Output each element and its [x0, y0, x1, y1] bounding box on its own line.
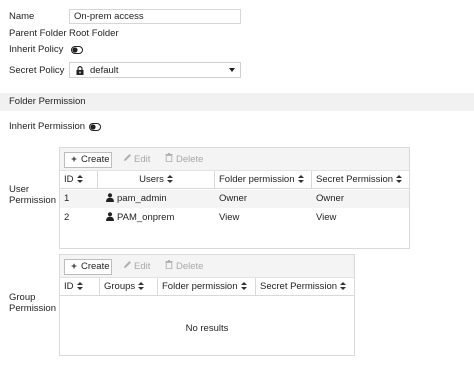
lock-icon: [76, 66, 84, 75]
user-permission-label-line2: Permission: [9, 195, 56, 206]
user-col-folder-permission[interactable]: Folder permission: [215, 171, 312, 189]
group-permission-label-line2: Permission: [9, 303, 56, 314]
user-edit-label: Edit: [134, 154, 151, 165]
row-secret-permission: Owner: [316, 193, 344, 204]
user-table-header: ID Users Folder permission Secret Permis…: [60, 171, 409, 189]
user-col-folder-label: Folder permission: [219, 174, 295, 185]
group-col-folder-permission[interactable]: Folder permission: [158, 278, 256, 296]
user-col-id-label: ID: [64, 174, 74, 185]
inherit-permission-label: Inherit Permission: [9, 121, 86, 132]
table-row[interactable]: 2 PAM_onprem View View: [60, 209, 409, 227]
user-col-users[interactable]: Users: [98, 171, 215, 189]
parent-folder-value: Root Folder: [69, 28, 119, 39]
row-user: PAM_onprem: [102, 209, 174, 227]
group-delete-button[interactable]: Delete: [159, 259, 209, 275]
row-id: 2: [64, 212, 70, 223]
name-input[interactable]: On-prem access: [69, 9, 241, 24]
group-col-id[interactable]: ID: [60, 278, 100, 296]
user-col-users-label: Users: [139, 174, 164, 185]
plus-icon: +: [71, 261, 77, 272]
trash-icon: [164, 153, 174, 167]
name-label: Name: [9, 11, 35, 22]
group-edit-label: Edit: [134, 261, 151, 272]
user-col-secret-permission[interactable]: Secret Permission: [312, 171, 411, 189]
row-folder-permission: Owner: [219, 193, 247, 204]
user-permission-table: + Create Edit Delete ID Users Folder perm…: [59, 147, 410, 249]
group-permission-label: Group Permission: [9, 292, 56, 314]
user-permission-label: User Permission: [9, 184, 56, 206]
group-col-groups-label: Groups: [104, 281, 136, 292]
sort-icon: [76, 175, 83, 183]
user-col-secret-label: Secret Permission: [316, 174, 394, 185]
user-create-button[interactable]: + Create: [64, 152, 112, 168]
sort-icon: [396, 175, 403, 183]
row-id: 1: [64, 193, 70, 204]
inherit-policy-label: Inherit Policy: [9, 44, 64, 55]
user-icon: [106, 212, 114, 221]
group-permission-table: + Create Edit Delete ID Groups Folder per…: [59, 254, 355, 356]
group-col-secret-permission[interactable]: Secret Permission: [256, 278, 356, 296]
group-create-label: Create: [81, 261, 110, 272]
table-row[interactable]: 1 pam_admin Owner Owner: [60, 190, 409, 208]
inherit-policy-toggle[interactable]: [71, 46, 83, 54]
user-permission-label-line1: User: [9, 184, 30, 195]
sort-icon: [166, 175, 173, 183]
pencil-icon: [122, 260, 132, 274]
empty-state-text: No results: [185, 323, 229, 334]
row-user-name: PAM_onprem: [117, 212, 175, 223]
group-delete-label: Delete: [176, 261, 204, 272]
group-col-secret-label: Secret Permission: [260, 281, 338, 292]
caret-down-icon: [229, 68, 235, 72]
user-col-id[interactable]: ID: [60, 171, 98, 189]
row-user-name: pam_admin: [117, 193, 167, 204]
secret-policy-label: Secret Policy: [9, 65, 65, 76]
sort-icon: [138, 282, 145, 290]
group-permission-label-line1: Group: [9, 292, 36, 303]
pencil-icon: [122, 153, 132, 167]
group-edit-button[interactable]: Edit: [117, 259, 157, 275]
group-permission-toolbar: + Create Edit Delete: [60, 255, 354, 278]
row-folder-permission: View: [219, 212, 240, 223]
group-table-header: ID Groups Folder permission Secret Permi…: [60, 278, 354, 296]
folder-permission-section: Folder Permission: [0, 93, 474, 111]
user-create-label: Create: [81, 154, 110, 165]
plus-icon: +: [71, 154, 77, 165]
secret-policy-select[interactable]: default: [69, 62, 241, 78]
row-secret-permission: View: [316, 212, 337, 223]
inherit-permission-toggle[interactable]: [89, 123, 101, 131]
user-delete-label: Delete: [176, 154, 204, 165]
sort-icon: [76, 282, 83, 290]
group-create-button[interactable]: + Create: [64, 259, 112, 275]
group-col-groups[interactable]: Groups: [100, 278, 158, 296]
parent-folder-label: Parent Folder: [9, 28, 67, 39]
row-user: pam_admin: [102, 190, 167, 208]
group-col-id-label: ID: [64, 281, 74, 292]
sort-icon: [297, 175, 304, 183]
user-edit-button[interactable]: Edit: [117, 152, 157, 168]
trash-icon: [164, 260, 174, 274]
folder-permission-title: Folder Permission: [9, 96, 86, 107]
secret-policy-value: default: [90, 65, 119, 76]
user-permission-toolbar: + Create Edit Delete: [60, 148, 409, 171]
user-delete-button[interactable]: Delete: [159, 152, 209, 168]
user-icon: [106, 193, 114, 202]
sort-icon: [240, 282, 247, 290]
sort-icon: [340, 282, 347, 290]
group-col-folder-label: Folder permission: [162, 281, 238, 292]
